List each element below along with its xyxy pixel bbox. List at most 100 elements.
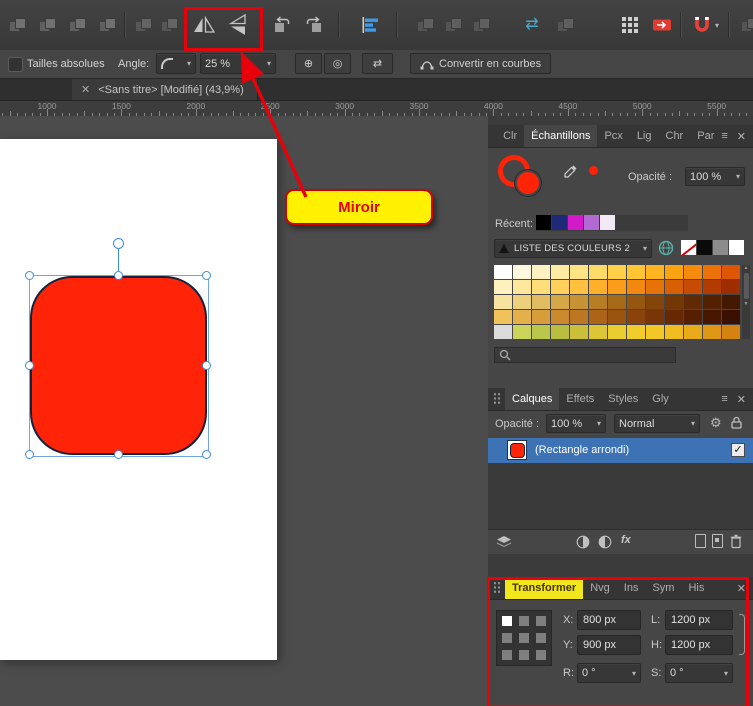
color-swatch[interactable]	[494, 325, 512, 339]
color-swatch[interactable]	[552, 215, 567, 230]
alignment-button[interactable]	[356, 11, 384, 39]
selection-handle-top-left[interactable]	[25, 271, 34, 280]
color-swatch[interactable]	[570, 295, 588, 309]
color-swatch[interactable]	[568, 215, 583, 230]
color-swatch[interactable]	[570, 310, 588, 324]
anchor-selector[interactable]	[496, 610, 552, 666]
color-swatch[interactable]	[665, 265, 683, 279]
color-swatch[interactable]	[551, 325, 569, 339]
adjustment-layer-icon[interactable]	[598, 535, 612, 549]
color-swatch[interactable]	[532, 280, 550, 294]
color-swatch[interactable]	[697, 240, 712, 255]
assistant-button[interactable]	[736, 11, 753, 39]
canvas-area[interactable]	[0, 116, 488, 706]
color-swatch[interactable]	[494, 265, 512, 279]
color-swatch[interactable]	[722, 325, 740, 339]
color-swatch[interactable]	[513, 295, 531, 309]
anchor-cell[interactable]	[519, 616, 529, 626]
color-swatch[interactable]	[665, 310, 683, 324]
color-swatch[interactable]	[646, 265, 664, 279]
anchor-cell[interactable]	[519, 633, 529, 643]
color-swatch[interactable]	[570, 265, 588, 279]
panel-menu-icon[interactable]: ≡	[721, 130, 727, 142]
y-input[interactable]: 900 px	[577, 635, 641, 655]
color-swatch[interactable]	[646, 280, 664, 294]
anchor-cell[interactable]	[536, 650, 546, 660]
tab-caractere[interactable]: Chr	[659, 125, 691, 147]
x-input[interactable]: 800 px	[577, 610, 641, 630]
snapping-options-dropdown[interactable]: ▾	[710, 11, 724, 39]
panel-close-icon[interactable]: ✕	[737, 582, 746, 595]
color-swatch[interactable]	[513, 265, 531, 279]
color-swatch[interactable]	[532, 265, 550, 279]
order-forward-one-button[interactable]	[64, 11, 92, 39]
color-swatch[interactable]	[665, 280, 683, 294]
selection-handle-bottom-middle[interactable]	[114, 450, 123, 459]
panel-grip-icon[interactable]	[493, 392, 502, 405]
web-colors-globe-icon[interactable]	[658, 240, 674, 256]
color-swatch[interactable]	[589, 265, 607, 279]
tab-calques[interactable]: Calques	[505, 388, 560, 410]
color-swatch[interactable]	[665, 325, 683, 339]
eyedropper-icon[interactable]	[564, 164, 578, 178]
corner-type-dropdown[interactable]: ▾	[156, 53, 196, 74]
aspect-link-icon[interactable]	[739, 614, 745, 655]
color-swatch[interactable]	[729, 240, 744, 255]
selection-handle-bottom-right[interactable]	[202, 450, 211, 459]
color-swatch[interactable]	[570, 280, 588, 294]
mask-layer-icon[interactable]	[576, 535, 590, 549]
tab-echantillons[interactable]: Échantillons	[524, 125, 598, 147]
color-swatch[interactable]	[684, 265, 702, 279]
color-swatch[interactable]	[589, 310, 607, 324]
color-swatch[interactable]	[494, 310, 512, 324]
color-swatch[interactable]	[494, 280, 512, 294]
selection-handle-bottom-left[interactable]	[25, 450, 34, 459]
color-swatch[interactable]	[513, 280, 531, 294]
color-swatch[interactable]	[627, 325, 645, 339]
color-swatch[interactable]	[513, 325, 531, 339]
pixel-preview-button[interactable]	[648, 11, 676, 39]
selection-handle-top-middle[interactable]	[114, 271, 123, 280]
color-swatch[interactable]	[722, 310, 740, 324]
color-swatch[interactable]	[536, 215, 551, 230]
tab-transformer[interactable]: Transformer	[505, 577, 584, 599]
color-swatch[interactable]	[703, 295, 721, 309]
layers-opacity-combo[interactable]: 100 % ▾	[546, 414, 606, 433]
shear-combo[interactable]: 0 ° ▾	[665, 663, 733, 683]
color-swatch[interactable]	[684, 310, 702, 324]
anchor-cell[interactable]	[502, 616, 512, 626]
panel-grip-icon[interactable]	[493, 581, 502, 594]
corner-radius-combo[interactable]: 25 % ▾	[200, 53, 276, 74]
color-swatch[interactable]	[532, 310, 550, 324]
color-swatch[interactable]	[570, 325, 588, 339]
rotation-combo[interactable]: 0 ° ▾	[577, 663, 641, 683]
tab-couleur[interactable]: Clr	[496, 125, 524, 147]
color-swatch[interactable]	[513, 310, 531, 324]
color-swatch[interactable]	[494, 295, 512, 309]
anchor-cell[interactable]	[536, 616, 546, 626]
scroll-up-icon[interactable]: ▲	[744, 265, 749, 271]
anchor-cell[interactable]	[502, 633, 512, 643]
tab-glyphes[interactable]: Gly	[645, 388, 676, 410]
insertion-top-button[interactable]	[468, 11, 496, 39]
rotate-ccw-button[interactable]	[268, 11, 296, 39]
group-button[interactable]	[130, 11, 158, 39]
color-swatch[interactable]	[608, 265, 626, 279]
color-swatch[interactable]	[608, 280, 626, 294]
selection-handle-middle-right[interactable]	[202, 361, 211, 370]
rotate-cw-button[interactable]	[300, 11, 328, 39]
color-swatch[interactable]	[600, 215, 615, 230]
color-swatch[interactable]	[722, 295, 740, 309]
absolute-sizes-checkbox[interactable]	[8, 57, 23, 72]
height-input[interactable]: 1200 px	[665, 635, 733, 655]
color-swatch[interactable]	[551, 280, 569, 294]
color-swatch[interactable]	[681, 240, 696, 255]
delete-layer-trash-icon[interactable]	[730, 534, 742, 549]
flip-horizontal-button[interactable]	[188, 11, 220, 39]
tab-effets[interactable]: Effets	[559, 388, 601, 410]
color-swatch[interactable]	[722, 280, 740, 294]
swatch-search-input[interactable]	[494, 347, 676, 363]
cycle-selection-button[interactable]: ⇄	[362, 53, 393, 74]
order-to-back-button[interactable]	[4, 11, 32, 39]
tab-symboles[interactable]: Sym	[645, 577, 681, 599]
